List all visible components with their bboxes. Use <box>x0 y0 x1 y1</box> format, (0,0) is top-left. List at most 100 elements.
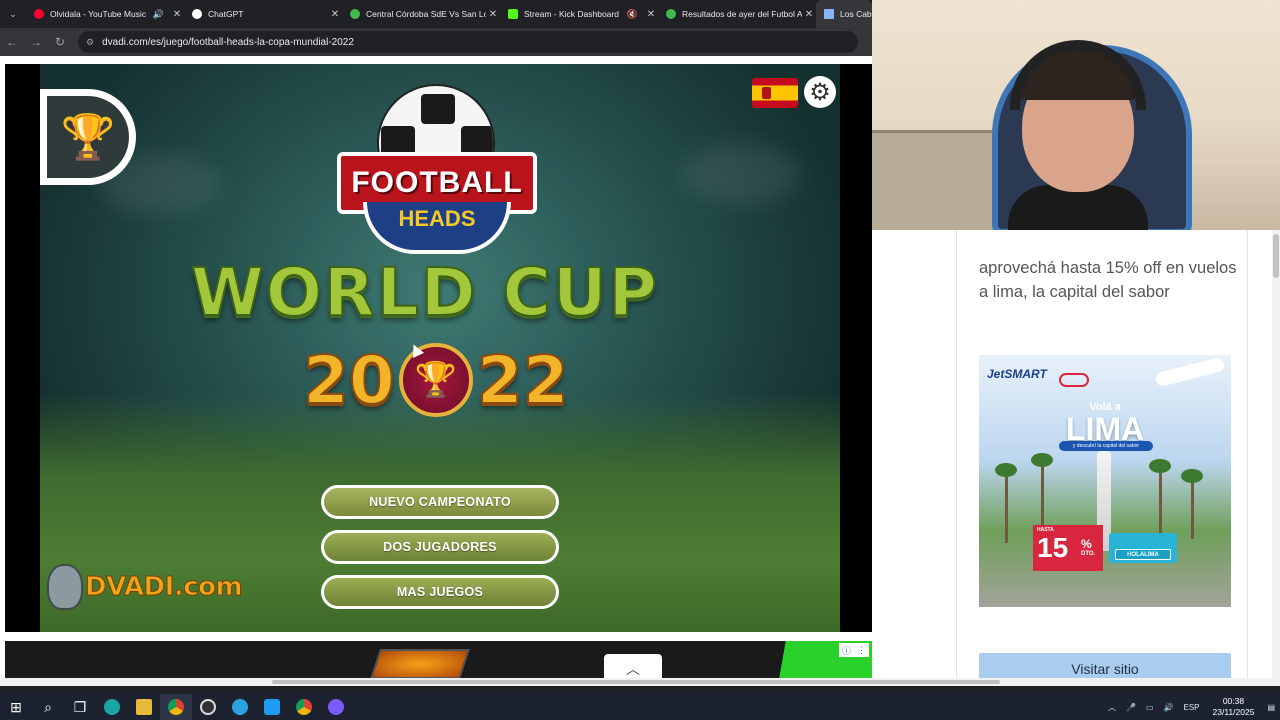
tab-search-dropdown-icon[interactable]: ⌄ <box>0 0 26 28</box>
kick-favicon <box>508 9 518 19</box>
close-tab-icon[interactable]: ✕ <box>486 9 500 20</box>
year-right: 22 <box>476 341 570 420</box>
browser-tab[interactable]: Resultados de ayer del Futbol A ✕ <box>658 0 816 28</box>
browser-tab[interactable]: Central Córdoba SdE Vs San Lo ✕ <box>342 0 500 28</box>
chrome-profile-icon[interactable] <box>288 694 320 720</box>
world-cup-trophy-icon: 🏆 <box>398 343 473 417</box>
webcam-overlay <box>872 0 1280 230</box>
address-bar[interactable]: ⚙ dvadi.com/es/juego/football-heads-la-c… <box>78 31 858 53</box>
close-tab-icon[interactable]: ✕ <box>802 9 816 20</box>
telegram-icon[interactable] <box>224 694 256 720</box>
microphone-icon[interactable]: 🎤 <box>1126 703 1136 712</box>
sidebar: aprovechá hasta 15% off en vuelos a lima… <box>872 230 1272 685</box>
edge-icon[interactable] <box>96 694 128 720</box>
obs-icon[interactable] <box>192 694 224 720</box>
palm-tree <box>995 463 1017 543</box>
browser-tab[interactable]: Olvidala - YouTube Music 🔊 ✕ <box>26 0 184 28</box>
volume-icon[interactable]: 🔊 <box>1164 703 1174 712</box>
page-content: 🏆 ⚙ FOOTBALL HEADS WORLD CUP 20 🏆 22 NUE… <box>0 56 875 684</box>
tab-title: Central Córdoba SdE Vs San Lo <box>366 9 486 19</box>
tab-title: ChatGPT <box>208 9 244 19</box>
close-tab-icon[interactable]: ✕ <box>644 9 658 20</box>
tab-title: Resultados de ayer del Futbol A <box>682 9 802 19</box>
discount-badge: HASTA 15 % DTO. <box>1033 525 1103 571</box>
scrollbar-thumb[interactable] <box>272 680 1000 684</box>
search-icon[interactable]: ⌕ <box>32 694 64 720</box>
partner-logo <box>1059 373 1089 387</box>
stadium-light <box>680 144 800 204</box>
ad-tagline: y descubrí la capital del sabor <box>1059 441 1153 451</box>
file-explorer-icon[interactable] <box>128 694 160 720</box>
mascot-icon <box>47 564 83 610</box>
horizontal-scrollbar[interactable] <box>0 678 1280 686</box>
task-view-icon[interactable]: ❐ <box>64 694 96 720</box>
trophy-icon: 🏆 <box>47 96 129 178</box>
chevron-up-icon[interactable]: ︿ <box>1108 702 1116 713</box>
badge-dto: DTO. <box>1081 551 1096 557</box>
more-games-button[interactable]: MAS JUEGOS <box>321 575 559 609</box>
badge-percent: % <box>1081 537 1092 551</box>
two-players-button[interactable]: DOS JUGADORES <box>321 530 559 564</box>
site-info-icon[interactable]: ⚙ <box>86 37 94 48</box>
promo-code-box: HOLALIMA <box>1109 533 1177 563</box>
trophy-button[interactable]: 🏆 <box>40 89 136 185</box>
badge-value: 15 <box>1037 532 1069 563</box>
new-championship-button[interactable]: NUEVO CAMPEONATO <box>321 485 559 519</box>
chrome-icon[interactable] <box>160 694 192 720</box>
game-title: WORLD CUP <box>190 253 659 332</box>
clock-date: 23/11/2025 <box>1212 707 1255 717</box>
chatgpt-favicon <box>192 9 202 19</box>
network-icon[interactable]: ▭ <box>1146 703 1154 712</box>
spain-flag-icon[interactable] <box>752 78 798 108</box>
windows-taskbar: ⊞ ⌕ ❐ ︿ 🎤 ▭ 🔊 ESP 00:38 23/11/2025 ▤ <box>0 694 1280 720</box>
browser-tab-strip: ⌄ Olvidala - YouTube Music 🔊 ✕ ChatGPT ✕… <box>0 0 872 28</box>
year-left: 20 <box>302 341 396 420</box>
speaker-icon[interactable]: 🔊 <box>153 9 164 20</box>
vertical-scrollbar[interactable] <box>1272 230 1280 678</box>
ad-choices-icon[interactable]: ⓘ ⋮ <box>839 643 869 657</box>
game-frame[interactable]: 🏆 ⚙ FOOTBALL HEADS WORLD CUP 20 🏆 22 NUE… <box>5 64 875 632</box>
clock-time: 00:38 <box>1222 696 1245 706</box>
discord-icon[interactable] <box>320 694 352 720</box>
promo-text: aprovechá hasta 15% off en vuelos a lima… <box>979 259 1237 301</box>
scrollbar-thumb[interactable] <box>1273 234 1279 278</box>
tab-title: Los Cabe <box>840 9 872 19</box>
windows-start-icon[interactable]: ⊞ <box>0 694 32 720</box>
promo-code: HOLALIMA <box>1115 549 1171 560</box>
youtube-music-favicon <box>34 9 44 19</box>
divider <box>956 230 957 678</box>
clock[interactable]: 00:38 23/11/2025 <box>1213 696 1255 718</box>
browser-tab-active[interactable]: Los Cabe <box>816 0 872 28</box>
close-tab-icon[interactable]: ✕ <box>328 9 342 20</box>
browser-tab[interactable]: ChatGPT ✕ <box>184 0 342 28</box>
close-tab-icon[interactable]: ✕ <box>170 9 184 20</box>
palm-tree <box>1181 469 1203 539</box>
language-indicator[interactable]: ESP <box>1184 703 1200 712</box>
tab-title: Stream - Kick Dashboard <box>524 9 619 19</box>
system-tray: ︿ 🎤 ▭ 🔊 ESP 00:38 23/11/2025 ▤ <box>1103 694 1280 720</box>
document-favicon <box>824 9 834 19</box>
divider <box>1247 230 1248 678</box>
ad-brand: JetSMART <box>987 367 1047 381</box>
site-favicon <box>666 9 676 19</box>
forward-arrow-icon[interactable]: → <box>24 35 48 49</box>
browser-tab[interactable]: Stream - Kick Dashboard 🔇 ✕ <box>500 0 658 28</box>
ad-graphic <box>370 649 470 679</box>
site-favicon <box>350 9 360 19</box>
twitter-icon[interactable] <box>256 694 288 720</box>
notification-icon[interactable]: ▤ <box>1267 703 1275 712</box>
muted-speaker-icon[interactable]: 🔇 <box>627 9 638 20</box>
game-year: 20 🏆 22 <box>302 340 570 420</box>
back-arrow-icon[interactable]: ← <box>0 35 24 49</box>
tab-title: Olvidala - YouTube Music <box>50 9 147 19</box>
gear-icon[interactable]: ⚙ <box>804 76 836 108</box>
airplane-icon <box>1154 356 1226 388</box>
browser-toolbar: ← → ↻ ⚙ dvadi.com/es/juego/football-head… <box>0 28 872 56</box>
reload-icon[interactable]: ↻ <box>48 35 72 49</box>
dvadi-logo[interactable]: DVADI.com <box>47 564 243 610</box>
webcam-background <box>872 130 1012 230</box>
url-text: dvadi.com/es/juego/football-heads-la-cop… <box>102 36 354 48</box>
ad-image[interactable]: JetSMART Volá a LIMA y descubrí la capit… <box>979 355 1231 607</box>
palm-tree <box>1149 459 1171 539</box>
dvadi-logo-text: DVADI.com <box>84 572 243 603</box>
